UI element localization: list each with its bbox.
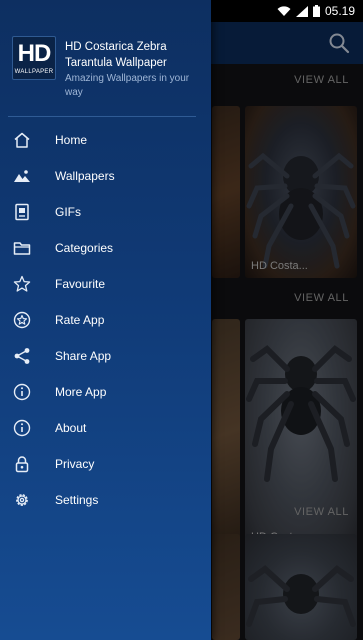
menu-item-rate-app[interactable]: Rate App — [0, 302, 211, 338]
gif-icon — [15, 203, 29, 221]
star-icon — [13, 275, 31, 292]
drawer-header: HD WALLPAPER HD Costarica Zebra Tarantul… — [0, 32, 211, 110]
folder-icon — [13, 242, 31, 255]
menu-label: Wallpapers — [55, 169, 115, 183]
logo-subtext: WALLPAPER — [14, 69, 54, 75]
menu-label: Settings — [55, 493, 99, 507]
gear-icon — [16, 494, 28, 506]
menu-label: Share App — [55, 349, 112, 363]
lock-icon — [15, 456, 29, 473]
menu-label: GIFs — [55, 205, 81, 219]
menu-label: Home — [55, 133, 88, 147]
navigation-drawer: HD WALLPAPER HD Costarica Zebra Tarantul… — [0, 0, 211, 640]
logo-text: HD — [17, 40, 52, 67]
battery-icon — [312, 5, 320, 17]
share-icon — [14, 348, 30, 364]
app-title: HD Costarica Zebra Tarantula Wallpaper — [65, 41, 167, 69]
info-icon — [13, 383, 31, 401]
app-logo: HD WALLPAPER — [12, 36, 56, 80]
menu-item-home[interactable]: Home — [0, 122, 211, 158]
menu-item-gifs[interactable]: GIFs — [0, 194, 211, 230]
info-icon — [13, 419, 31, 437]
drawer-menu: Home Wallpapers GIFs Categories Favourit… — [0, 122, 211, 518]
wifi-icon — [277, 5, 291, 16]
image-icon — [14, 170, 30, 182]
menu-item-favourite[interactable]: Favourite — [0, 266, 211, 302]
menu-label: About — [55, 421, 87, 435]
menu-label: Privacy — [55, 457, 95, 471]
menu-item-share-app[interactable]: Share App — [0, 338, 211, 374]
menu-item-about[interactable]: About — [0, 410, 211, 446]
menu-item-privacy[interactable]: Privacy — [0, 446, 211, 482]
drawer-divider — [8, 116, 196, 117]
menu-item-categories[interactable]: Categories — [0, 230, 211, 266]
signal-icon — [295, 5, 308, 17]
menu-item-settings[interactable]: Settings — [0, 482, 211, 518]
menu-item-wallpapers[interactable]: Wallpapers — [0, 158, 211, 194]
status-time: 05.19 — [324, 4, 355, 18]
home-icon — [14, 132, 30, 148]
menu-label: Rate App — [55, 313, 105, 327]
menu-label: Categories — [55, 241, 114, 255]
menu-item-more-app[interactable]: More App — [0, 374, 211, 410]
app-tagline: Amazing Wallpapers in your way — [65, 73, 190, 98]
star-circle-icon — [13, 311, 31, 329]
menu-label: More App — [55, 385, 107, 399]
menu-label: Favourite — [55, 277, 106, 291]
